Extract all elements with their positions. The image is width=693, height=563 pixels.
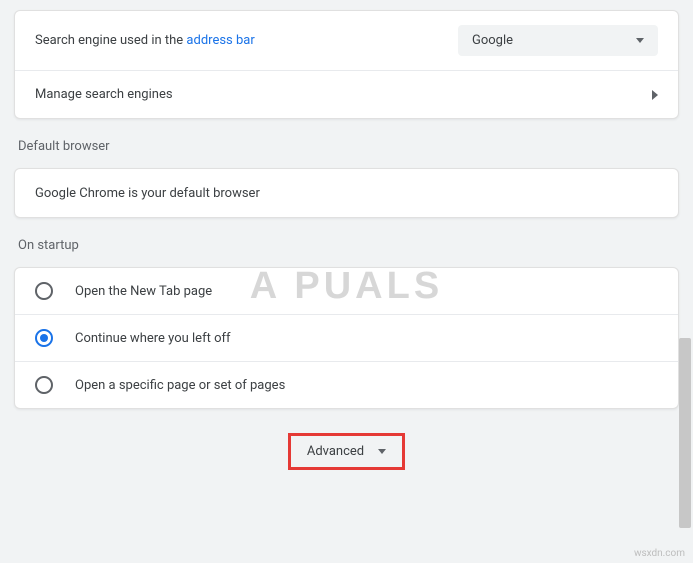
- search-engine-selected: Google: [472, 33, 513, 48]
- search-engine-select[interactable]: Google: [458, 25, 658, 56]
- search-engine-row: Search engine used in the address bar Go…: [15, 11, 678, 70]
- search-engine-label-prefix: Search engine used in the: [35, 33, 186, 48]
- radio-icon: [35, 376, 53, 394]
- startup-title: On startup: [18, 238, 679, 253]
- settings-page: Search engine used in the address bar Go…: [0, 0, 693, 563]
- address-bar-link[interactable]: address bar: [186, 33, 254, 48]
- chevron-down-icon: [378, 449, 386, 454]
- scrollbar-thumb[interactable]: [679, 338, 691, 528]
- radio-icon: [35, 282, 53, 300]
- chevron-down-icon: [636, 38, 644, 43]
- site-watermark: wsxdn.com: [634, 548, 685, 559]
- startup-option-label: Open a specific page or set of pages: [75, 378, 285, 393]
- radio-icon-selected: [35, 329, 53, 347]
- manage-search-engines-label: Manage search engines: [35, 87, 173, 102]
- startup-option-label: Continue where you left off: [75, 331, 231, 346]
- chevron-right-icon: [652, 90, 658, 100]
- default-browser-title: Default browser: [18, 139, 679, 154]
- advanced-label: Advanced: [307, 444, 364, 459]
- startup-option-new-tab[interactable]: Open the New Tab page: [15, 268, 678, 314]
- manage-search-engines-row[interactable]: Manage search engines: [15, 70, 678, 118]
- search-engine-card: Search engine used in the address bar Go…: [14, 10, 679, 119]
- startup-option-continue[interactable]: Continue where you left off: [15, 314, 678, 361]
- default-browser-status: Google Chrome is your default browser: [35, 186, 260, 201]
- advanced-container: Advanced: [14, 433, 679, 470]
- advanced-button[interactable]: Advanced: [288, 433, 405, 470]
- default-browser-card: Google Chrome is your default browser: [14, 168, 679, 218]
- startup-option-label: Open the New Tab page: [75, 284, 212, 299]
- search-engine-label: Search engine used in the address bar: [35, 33, 255, 48]
- default-browser-row: Google Chrome is your default browser: [15, 169, 678, 217]
- startup-option-specific[interactable]: Open a specific page or set of pages: [15, 361, 678, 408]
- startup-card: Open the New Tab page Continue where you…: [14, 267, 679, 409]
